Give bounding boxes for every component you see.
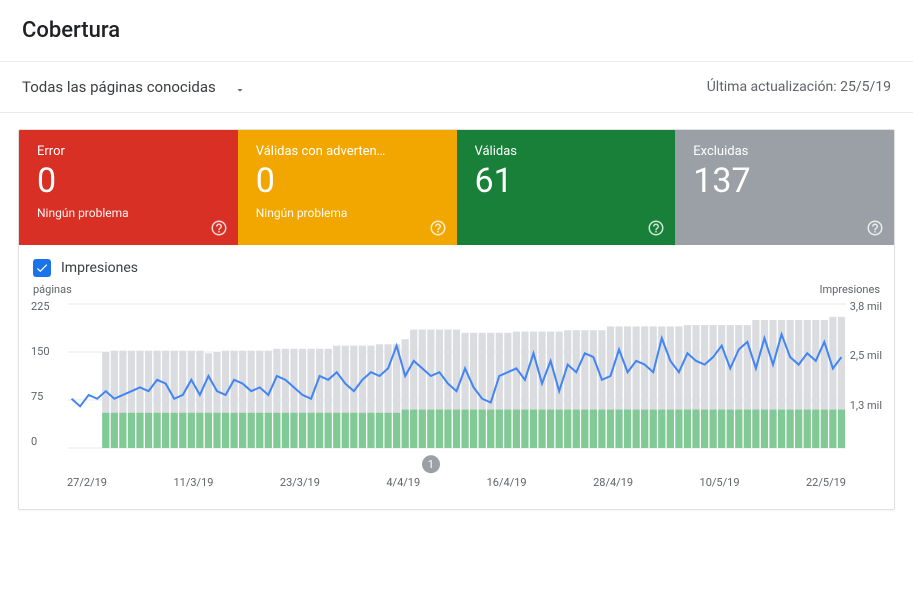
tile-valid-warnings[interactable]: Válidas con adverten… 0 Ningún problema xyxy=(238,130,457,245)
tile-warn-label: Válidas con adverten… xyxy=(256,144,439,159)
help-icon[interactable] xyxy=(429,219,447,237)
page-title: Cobertura xyxy=(22,18,891,43)
tile-error-value: 0 xyxy=(37,163,220,200)
tile-warn-value: 0 xyxy=(256,163,439,200)
impressions-checkbox[interactable] xyxy=(33,259,51,277)
y-right-ticks: 3,8 mil2,5 mil1,3 mil xyxy=(850,300,882,448)
tile-excluded-value: 137 xyxy=(693,163,876,200)
tile-error-label: Error xyxy=(37,144,220,159)
tile-valid[interactable]: Válidas 61 xyxy=(457,130,676,245)
coverage-chart xyxy=(33,300,880,470)
tile-valid-label: Válidas xyxy=(475,144,658,159)
page-filter-label: Todas las páginas conocidas xyxy=(22,78,216,96)
right-axis-title: Impresiones xyxy=(820,283,880,296)
tile-error-sub: Ningún problema xyxy=(37,206,220,220)
check-icon xyxy=(35,261,49,275)
help-icon[interactable] xyxy=(647,219,665,237)
tile-valid-value: 61 xyxy=(475,163,658,200)
page-filter-dropdown[interactable]: Todas las páginas conocidas xyxy=(22,78,244,96)
impressions-label: Impresiones xyxy=(61,260,138,276)
x-axis-ticks: 27/2/1911/3/1923/3/194/4/1916/4/1928/4/1… xyxy=(33,470,880,489)
tile-error[interactable]: Error 0 Ningún problema xyxy=(19,130,238,245)
coverage-card: Error 0 Ningún problema Válidas con adve… xyxy=(18,129,895,510)
tile-excluded[interactable]: Excluidas 137 xyxy=(675,130,894,245)
chart-annotation-marker[interactable]: 1 xyxy=(422,455,440,473)
help-icon[interactable] xyxy=(866,219,884,237)
left-axis-title: páginas xyxy=(33,283,880,296)
last-update-text: Última actualización: 25/5/19 xyxy=(707,79,891,95)
tile-warn-sub: Ningún problema xyxy=(256,206,439,220)
y-left-ticks: 225150750 xyxy=(31,300,50,448)
help-icon[interactable] xyxy=(210,219,228,237)
tile-excluded-label: Excluidas xyxy=(693,144,876,159)
chevron-down-icon xyxy=(234,82,244,92)
